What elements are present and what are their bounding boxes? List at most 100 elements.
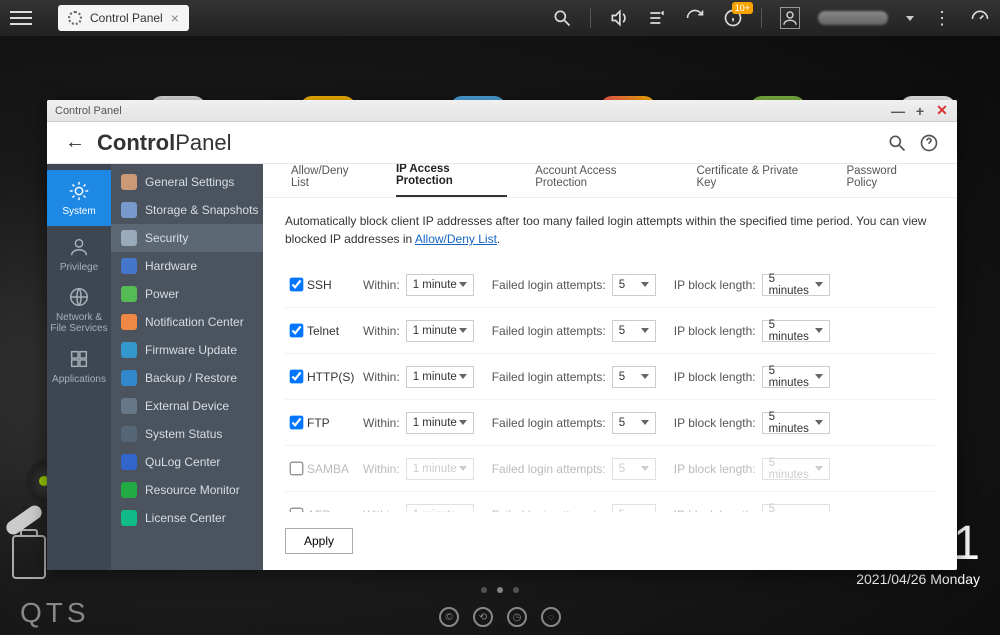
tab-bar: Allow/Deny List IP Access Protection Accou… <box>263 164 957 198</box>
avatar-icon <box>780 7 800 29</box>
within-select[interactable]: 1 minute <box>406 320 474 342</box>
window-close-button[interactable]: ✕ <box>935 104 949 118</box>
tab-ip-access-protection[interactable]: IP Access Protection <box>396 164 507 197</box>
nav-item-label: System Status <box>145 427 222 441</box>
attempts-select[interactable]: 5 <box>612 412 656 434</box>
protocol-checkbox[interactable] <box>289 278 303 292</box>
protocol-row-telnet: TelnetWithin:1 minuteFailed login attemp… <box>285 308 935 354</box>
volume-icon[interactable] <box>609 8 629 28</box>
info-icon[interactable]: 10+ <box>723 8 743 28</box>
nav-label: Applications <box>52 374 106 385</box>
dock-icon-2[interactable]: ⟲ <box>473 607 493 627</box>
block-select: 5 minutes <box>762 458 830 480</box>
nav-secondary-license-center[interactable]: License Center <box>111 504 263 532</box>
block-label: IP block length: <box>674 278 756 292</box>
dock-icon-1[interactable]: © <box>439 607 459 627</box>
protocol-checkbox[interactable] <box>289 462 303 476</box>
back-button[interactable]: ← <box>65 131 85 154</box>
nav-primary-system[interactable]: System <box>47 170 111 226</box>
nav-secondary-firmware-update[interactable]: Firmware Update <box>111 336 263 364</box>
nav-primary-privilege[interactable]: Privilege <box>47 226 111 282</box>
nav-item-icon <box>121 426 137 442</box>
dock-icon-3[interactable]: ◷ <box>507 607 527 627</box>
protocol-checkbox[interactable] <box>289 508 303 512</box>
tasks-icon[interactable] <box>647 8 667 28</box>
within-label: Within: <box>363 278 400 292</box>
protocol-checkbox[interactable] <box>289 370 303 384</box>
more-icon[interactable]: ⋮ <box>932 8 952 28</box>
window-title: Control Panel <box>55 105 891 117</box>
block-select[interactable]: 5 minutes <box>762 274 830 296</box>
nav-item-label: Notification Center <box>145 315 244 329</box>
nav-secondary-security[interactable]: Security <box>111 224 263 252</box>
page-title: ControlPanel <box>97 130 231 156</box>
protocol-row-samba: SAMBAWithin:1 minuteFailed login attempt… <box>285 446 935 492</box>
nav-primary-applications[interactable]: Applications <box>47 338 111 394</box>
apply-button[interactable]: Apply <box>285 528 353 554</box>
nav-secondary-backup-restore[interactable]: Backup / Restore <box>111 364 263 392</box>
tab-account-access-protection[interactable]: Account Access Protection <box>535 165 668 197</box>
dock: © ⟲ ◷ ◌ <box>0 599 1000 635</box>
nav-item-icon <box>121 258 137 274</box>
attempts-select[interactable]: 5 <box>612 274 656 296</box>
chevron-down-icon[interactable] <box>906 16 914 21</box>
window-minimize-button[interactable]: — <box>891 104 905 118</box>
attempts-select[interactable]: 5 <box>612 366 656 388</box>
task-tab-label: Control Panel <box>90 11 163 25</box>
tab-certificate-private-key[interactable]: Certificate & Private Key <box>696 165 818 197</box>
block-select: 5 minutes <box>762 504 830 513</box>
block-label: IP block length: <box>674 416 756 430</box>
window-titlebar[interactable]: Control Panel — + ✕ <box>47 100 957 122</box>
protocol-name: FTP <box>307 416 363 430</box>
protocol-checkbox[interactable] <box>289 324 303 338</box>
username-label <box>818 11 888 25</box>
nav-icon <box>68 286 90 308</box>
block-select[interactable]: 5 minutes <box>762 412 830 434</box>
notification-badge: 10+ <box>732 2 753 14</box>
nav-icon <box>68 180 90 202</box>
nav-item-icon <box>121 174 137 190</box>
within-select[interactable]: 1 minute <box>406 412 474 434</box>
nav-secondary-system-status[interactable]: System Status <box>111 420 263 448</box>
gear-icon <box>68 11 82 25</box>
nav-secondary-resource-monitor[interactable]: Resource Monitor <box>111 476 263 504</box>
failed-label: Failed login attempts: <box>492 370 606 384</box>
trash-icon[interactable] <box>12 535 46 579</box>
nav-item-icon <box>121 230 137 246</box>
allow-deny-link[interactable]: Allow/Deny List <box>415 232 497 246</box>
tab-password-policy[interactable]: Password Policy <box>846 165 929 197</box>
nav-secondary-power[interactable]: Power <box>111 280 263 308</box>
block-select[interactable]: 5 minutes <box>762 366 830 388</box>
within-label: Within: <box>363 324 400 338</box>
nav-item-label: Security <box>145 231 188 245</box>
nav-secondary-notification-center[interactable]: Notification Center <box>111 308 263 336</box>
block-select[interactable]: 5 minutes <box>762 320 830 342</box>
nav-label: Network & File Services <box>49 312 109 334</box>
protocol-row-https: HTTP(S)Within:1 minuteFailed login attem… <box>285 354 935 400</box>
nav-icon <box>68 348 90 370</box>
nav-secondary-qulog-center[interactable]: QuLog Center <box>111 448 263 476</box>
search-icon[interactable] <box>887 133 907 153</box>
nav-secondary-storage-snapshots[interactable]: Storage & Snapshots <box>111 196 263 224</box>
user-menu[interactable] <box>780 8 800 28</box>
task-tab-control-panel[interactable]: Control Panel × <box>58 5 189 31</box>
attempts-select[interactable]: 5 <box>612 320 656 342</box>
window-maximize-button[interactable]: + <box>913 104 927 118</box>
protocol-name: Telnet <box>307 324 363 338</box>
nav-primary-network-file-services[interactable]: Network & File Services <box>47 282 111 338</box>
tab-allow-deny-list[interactable]: Allow/Deny List <box>291 165 368 197</box>
help-icon[interactable] <box>919 133 939 153</box>
dashboard-icon[interactable] <box>970 8 990 28</box>
nav-secondary-external-device[interactable]: External Device <box>111 392 263 420</box>
desktop-page-dots[interactable] <box>0 587 1000 593</box>
nav-secondary-general-settings[interactable]: General Settings <box>111 168 263 196</box>
within-select[interactable]: 1 minute <box>406 366 474 388</box>
protocol-checkbox[interactable] <box>289 416 303 430</box>
menu-icon[interactable] <box>10 7 32 29</box>
search-icon[interactable] <box>552 8 572 28</box>
within-select[interactable]: 1 minute <box>406 274 474 296</box>
nav-secondary-hardware[interactable]: Hardware <box>111 252 263 280</box>
close-icon[interactable]: × <box>171 10 179 26</box>
refresh-icon[interactable] <box>685 8 705 28</box>
dock-icon-4[interactable]: ◌ <box>541 607 561 627</box>
